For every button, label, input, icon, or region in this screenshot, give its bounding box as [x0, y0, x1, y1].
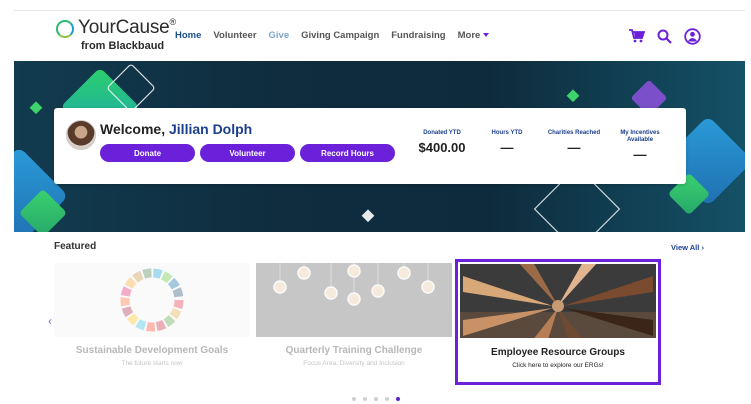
- hands-together-icon: [460, 264, 656, 338]
- card-subtitle: Focus Area: Diversity and Inclusion: [303, 360, 405, 367]
- donate-button[interactable]: Donate: [100, 144, 195, 162]
- search-icon[interactable]: [655, 27, 673, 45]
- erg-image: [460, 264, 656, 338]
- carousel-prev-icon[interactable]: ‹: [48, 314, 52, 328]
- stat-hours-ytd: Hours YTD —: [480, 130, 534, 155]
- stat-label: Hours YTD: [491, 130, 523, 136]
- stat-value: —: [500, 140, 514, 156]
- stat-value: $400.00: [418, 140, 466, 156]
- view-all-link[interactable]: View All ›: [671, 243, 704, 252]
- carousel-dot[interactable]: [374, 397, 378, 401]
- volunteer-button[interactable]: Volunteer: [200, 144, 295, 162]
- carousel-pagination: [352, 397, 400, 401]
- people-network-icon: [256, 263, 452, 337]
- training-image: [256, 263, 452, 337]
- chevron-down-icon: [483, 33, 490, 38]
- record-hours-button[interactable]: Record Hours: [300, 144, 395, 162]
- stat-label: Donated YTD: [423, 130, 461, 136]
- nav-home[interactable]: Home: [175, 30, 201, 41]
- nav-more-label: More: [457, 30, 481, 41]
- nav-volunteer[interactable]: Volunteer: [213, 30, 256, 41]
- card-title: Employee Resource Groups: [491, 347, 625, 358]
- stat-label: Charities Reached: [547, 130, 601, 136]
- view-all-label: View All: [671, 243, 700, 252]
- featured-card-sdg[interactable]: Sustainable Development Goals The future…: [54, 263, 250, 381]
- stat-value: —: [633, 147, 647, 163]
- logo-subtitle: from Blackbaud: [81, 40, 165, 52]
- stat-incentives-available: My Incentives Available —: [610, 130, 670, 162]
- header-divider: [14, 10, 745, 11]
- featured-card-erg[interactable]: Employee Resource Groups Click here to e…: [455, 259, 661, 385]
- stat-value: —: [567, 140, 581, 156]
- stat-donated-ytd: Donated YTD $400.00: [412, 130, 472, 155]
- nav-more[interactable]: More: [458, 30, 490, 41]
- sdg-wheel-icon: [54, 263, 250, 337]
- cart-icon[interactable]: [628, 27, 646, 45]
- card-title: Quarterly Training Challenge: [285, 345, 423, 356]
- nav-giving-campaign[interactable]: Giving Campaign: [301, 30, 379, 41]
- welcome-heading: Welcome, Jillian Dolph: [100, 121, 253, 137]
- stat-label: My Incentives Available: [620, 130, 660, 144]
- featured-heading: Featured: [54, 241, 97, 252]
- welcome-card: Welcome, Jillian Dolph Donate Volunteer …: [54, 108, 686, 184]
- main-nav: Home Volunteer Give Giving Campaign Fund…: [175, 30, 501, 41]
- page: YourCause® from Blackbaud Home Volunteer…: [0, 0, 751, 404]
- sdg-image: [54, 263, 250, 337]
- user-name: Jillian Dolph: [169, 121, 253, 137]
- avatar[interactable]: [66, 120, 96, 150]
- carousel-dot-active[interactable]: [396, 397, 400, 401]
- nav-fundraising[interactable]: Fundraising: [391, 30, 445, 41]
- yourcause-logo[interactable]: YourCause® from Blackbaud: [56, 17, 176, 55]
- carousel-dot[interactable]: [363, 397, 367, 401]
- stat-charities-reached: Charities Reached —: [547, 130, 601, 155]
- featured-card-training[interactable]: Quarterly Training Challenge Focus Area:…: [256, 263, 452, 381]
- account-icon[interactable]: [683, 27, 701, 45]
- card-subtitle: The future starts now: [121, 360, 183, 367]
- carousel-dot[interactable]: [385, 397, 389, 401]
- carousel-dot[interactable]: [352, 397, 356, 401]
- logo-name: YourCause®: [78, 17, 176, 38]
- chevron-right-icon: ›: [701, 243, 704, 252]
- logo-mark-icon: [56, 20, 74, 38]
- card-subtitle: Click here to explore our ERGs!: [512, 362, 604, 369]
- nav-give[interactable]: Give: [269, 30, 290, 41]
- card-title: Sustainable Development Goals: [75, 345, 229, 356]
